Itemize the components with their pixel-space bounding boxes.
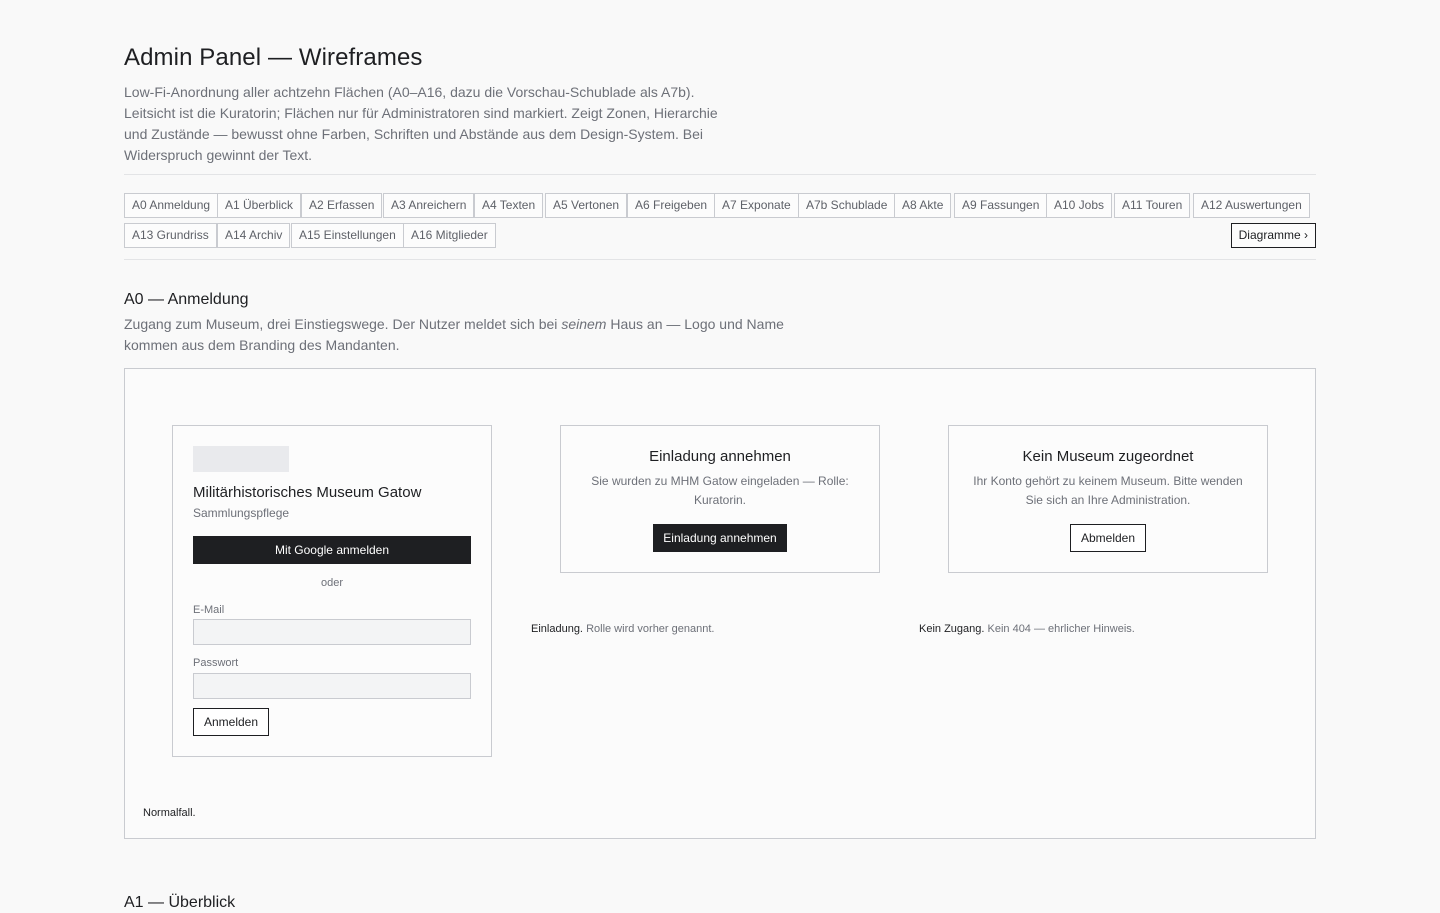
page-title: Admin Panel — Wireframes — [124, 44, 423, 71]
nav-chip-a3[interactable]: A3 Anreichern — [383, 193, 475, 218]
note-normal: Normalfall. — [143, 807, 196, 819]
nav-chip-a10[interactable]: A10 Jobs — [1046, 193, 1113, 218]
accept-invite-button[interactable]: Einladung annehmen — [653, 524, 787, 552]
note-no-access: Kein Zugang. Kein 404 — ehrlicher Hinwei… — [919, 623, 1135, 635]
nav-chip-a12[interactable]: A12 Auswertungen — [1193, 193, 1310, 218]
google-login-button[interactable]: Mit Google anmelden — [193, 536, 471, 564]
login-card: Militärhistorisches Museum Gatow Sammlun… — [172, 425, 492, 757]
museum-subtitle: Sammlungspflege — [193, 506, 290, 520]
nav-chip-a13[interactable]: A13 Grundriss — [124, 223, 217, 248]
nav-chip-a16[interactable]: A16 Mitglieder — [403, 223, 496, 248]
museum-logo-placeholder — [193, 446, 289, 472]
email-field[interactable] — [193, 619, 471, 645]
nav-chip-a7b[interactable]: A7b Schublade — [798, 193, 896, 218]
password-label: Passwort — [193, 657, 239, 669]
nav-chip-a9[interactable]: A9 Fassungen — [954, 193, 1048, 218]
nav-chip-a5[interactable]: A5 Vertonen — [545, 193, 628, 218]
or-separator: oder — [320, 577, 344, 589]
login-submit-button[interactable]: Anmelden — [193, 708, 269, 736]
page-intro: Low-Fi-Anordnung aller achtzehn Flächen … — [124, 84, 718, 163]
nav-chip-a7[interactable]: A7 Exponate — [714, 193, 799, 218]
no-museum-card: Kein Museum zugeordnet Ihr Konto gehört … — [948, 425, 1268, 573]
nav-chip-a11[interactable]: A11 Touren — [1114, 193, 1191, 218]
nav-chip-a0[interactable]: A0 Anmeldung — [124, 193, 219, 218]
diagrams-link[interactable]: Diagramme › — [1230, 223, 1316, 248]
no-museum-text: Ihr Konto gehört zu keinem Museum. Bitte… — [973, 474, 1243, 507]
section-title-a0: A0 — Anmeldung — [124, 291, 249, 308]
nav-chip-a2[interactable]: A2 Erfassen — [301, 193, 383, 218]
section-description-a0: Zugang zum Museum, drei Einstiegswege. D… — [124, 316, 784, 353]
no-museum-heading: Kein Museum zugeordnet — [1022, 448, 1194, 465]
nav-chip-a4[interactable]: A4 Texten — [474, 193, 544, 218]
password-field[interactable] — [193, 673, 471, 699]
note-invite: Einladung. Rolle wird vorher genannt. — [531, 623, 715, 635]
nav-chip-a15[interactable]: A15 Einstellungen — [291, 223, 404, 248]
invite-heading: Einladung annehmen — [649, 448, 791, 465]
wireframe-frame-a0: Militärhistorisches Museum Gatow Sammlun… — [124, 368, 1316, 839]
logout-button[interactable]: Abmelden — [1070, 524, 1146, 552]
nav-chip-a8[interactable]: A8 Akte — [894, 193, 952, 218]
section-title-a1: A1 — Überblick — [124, 894, 236, 911]
nav-chip-a1[interactable]: A1 Überblick — [217, 193, 302, 218]
museum-name: Militärhistorisches Museum Gatow — [193, 484, 422, 501]
nav-chip-a14[interactable]: A14 Archiv — [217, 223, 291, 248]
divider — [124, 259, 1316, 260]
email-label: E-Mail — [193, 604, 225, 616]
nav-chip-a6[interactable]: A6 Freigeben — [627, 193, 716, 218]
divider — [124, 174, 1316, 175]
invite-text: Sie wurden zu MHM Gatow eingeladen — Rol… — [591, 474, 849, 507]
invite-card: Einladung annehmen Sie wurden zu MHM Gat… — [560, 425, 880, 573]
